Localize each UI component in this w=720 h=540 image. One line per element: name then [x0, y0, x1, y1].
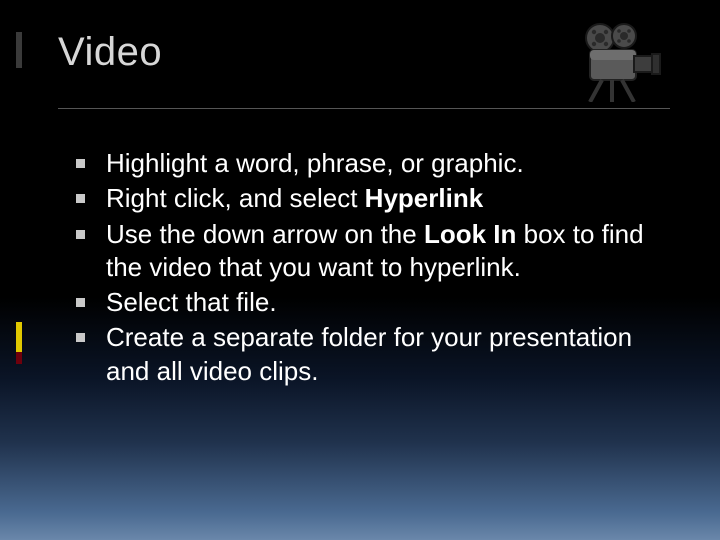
page-title: Video: [58, 26, 162, 75]
bullet-text-bold: Hyperlink: [365, 183, 484, 213]
title-underline: [58, 108, 670, 109]
list-item: Highlight a word, phrase, or graphic.: [70, 147, 662, 180]
list-item: Use the down arrow on the Look In box to…: [70, 218, 662, 285]
list-item: Create a separate folder for your presen…: [70, 321, 662, 388]
content-area: Highlight a word, phrase, or graphic. Rig…: [58, 147, 662, 388]
list-item: Right click, and select Hyperlink: [70, 182, 662, 215]
bullet-text: Use the down arrow on the: [106, 219, 424, 249]
header: Video: [58, 26, 662, 102]
accent-bar: [16, 322, 22, 352]
bullet-list: Highlight a word, phrase, or graphic. Rig…: [70, 147, 662, 388]
slide: Video: [0, 0, 720, 540]
accent-bar: [16, 352, 22, 364]
bullet-text-bold: Look In: [424, 219, 516, 249]
bullet-text: Right click, and select: [106, 183, 365, 213]
bullet-text: Highlight a word, phrase, or graphic.: [106, 148, 524, 178]
title-block: Video: [58, 26, 162, 75]
video-camera-icon: [572, 20, 662, 102]
accent-bars: [16, 0, 24, 540]
list-item: Select that file.: [70, 286, 662, 319]
bullet-text: Create a separate folder for your presen…: [106, 322, 632, 385]
bullet-text: Select that file.: [106, 287, 277, 317]
accent-bar: [16, 32, 22, 68]
